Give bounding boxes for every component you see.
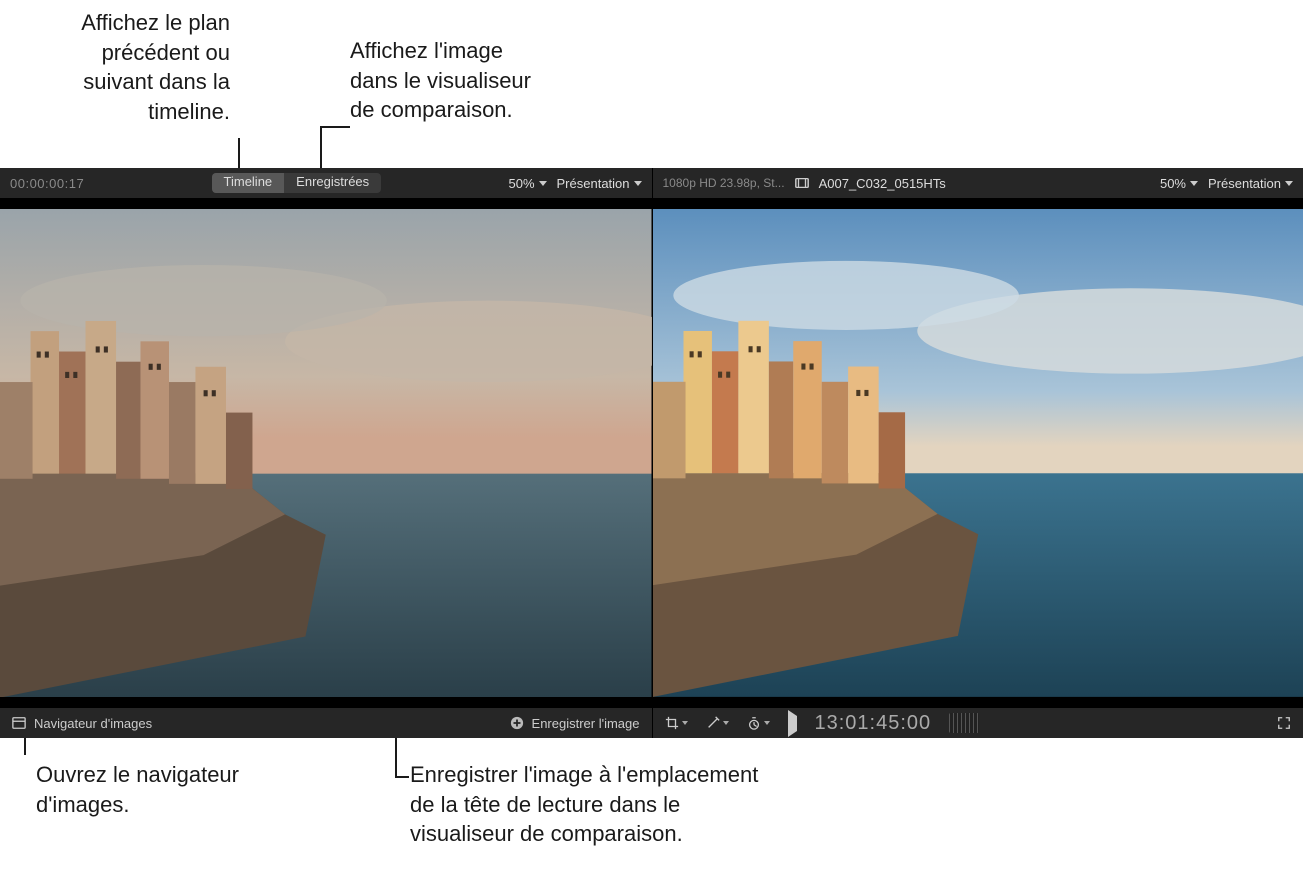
fullscreen-icon[interactable] [1277, 716, 1291, 730]
left-toolbar: Navigateur d'images Enregistrer l'image [0, 708, 652, 738]
left-view-dropdown[interactable]: Présentation [557, 176, 642, 191]
right-transport-bar: 13:01:45:00 [653, 708, 1303, 738]
crop-tool[interactable] [665, 716, 688, 730]
frame-browser-button[interactable]: Navigateur d'images [34, 716, 152, 731]
right-zoom-dropdown[interactable]: 50% [1160, 176, 1198, 191]
callout-leader-2h [320, 126, 350, 128]
clip-name: A007_C032_0515HTs [819, 176, 946, 191]
clip-format: 1080p HD 23.98p, St... [663, 176, 785, 190]
left-view-label: Présentation [557, 176, 630, 191]
callout-compare-viewer: Affichez l'image dans le visualiseur de … [350, 36, 600, 125]
right-frame-image [653, 209, 1303, 697]
chevron-down-icon [1190, 181, 1198, 186]
callout-save-frame: Enregistrer l'image à l'emplacement de l… [410, 760, 830, 849]
left-timecode: 00:00:00:17 [10, 176, 84, 191]
left-header: 00:00:00:17 Timeline Enregistrées 50% Pr… [0, 168, 652, 198]
play-icon [788, 710, 797, 737]
left-zoom-dropdown[interactable]: 50% [508, 176, 546, 191]
left-canvas[interactable] [0, 198, 652, 708]
right-canvas[interactable] [653, 198, 1303, 708]
frame-browser-icon[interactable] [12, 716, 26, 730]
segment-saved[interactable]: Enregistrées [284, 173, 381, 193]
chevron-down-icon [539, 181, 547, 186]
chevron-down-icon [634, 181, 642, 186]
app-window: 00:00:00:17 Timeline Enregistrées 50% Pr… [0, 168, 1303, 738]
left-zoom-value: 50% [508, 176, 534, 191]
left-pane: 00:00:00:17 Timeline Enregistrées 50% Pr… [0, 168, 652, 738]
right-view-dropdown[interactable]: Présentation [1208, 176, 1293, 191]
enhance-tool[interactable] [706, 716, 729, 730]
play-button[interactable] [788, 716, 797, 731]
left-frame-image [0, 209, 652, 698]
transport-timecode: 13:01:45:00 [815, 712, 932, 735]
filmstrip-icon [795, 176, 809, 190]
chevron-down-icon [723, 721, 729, 725]
callout-leader-4h [395, 776, 409, 778]
save-frame-button[interactable]: Enregistrer l'image [532, 716, 640, 731]
plus-circle-icon[interactable] [510, 716, 524, 730]
callout-prev-next: Affichez le plan précédent ou suivant da… [40, 8, 230, 127]
segment-timeline[interactable]: Timeline [212, 173, 285, 193]
mode-segment[interactable]: Timeline Enregistrées [212, 173, 382, 193]
chevron-down-icon [764, 721, 770, 725]
chevron-down-icon [1285, 181, 1293, 186]
callout-open-browser: Ouvrez le navigateur d'images. [36, 760, 296, 819]
right-view-label: Présentation [1208, 176, 1281, 191]
audio-meter [949, 713, 979, 733]
right-zoom-value: 50% [1160, 176, 1186, 191]
chevron-down-icon [682, 721, 688, 725]
right-pane: 1080p HD 23.98p, St... A007_C032_0515HTs… [652, 168, 1303, 738]
retime-tool[interactable] [747, 716, 770, 730]
right-header: 1080p HD 23.98p, St... A007_C032_0515HTs… [653, 168, 1303, 198]
